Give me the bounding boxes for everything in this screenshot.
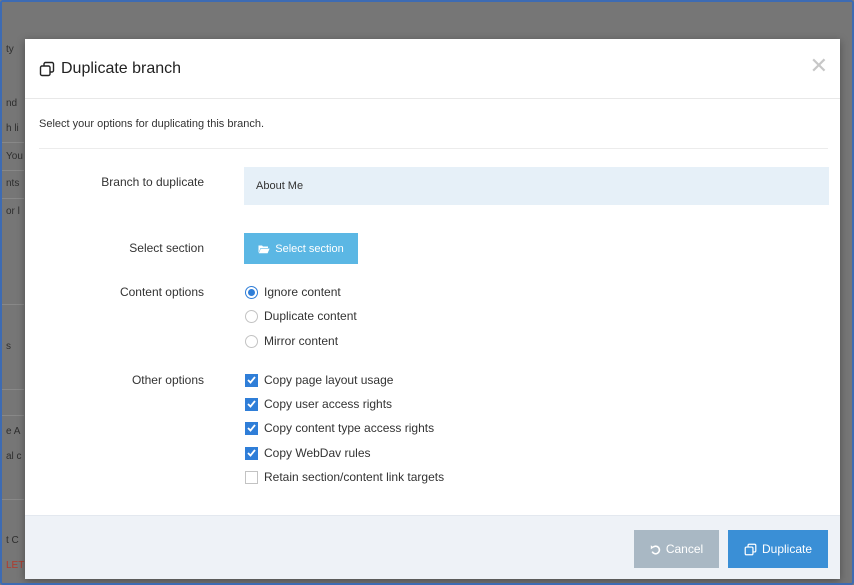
background-divider: [2, 198, 24, 199]
background-text: t C: [6, 535, 19, 546]
background-divider: [2, 389, 24, 390]
checkbox-checked[interactable]: [245, 397, 258, 411]
divider: [39, 148, 828, 149]
dialog-header: Duplicate branch: [25, 39, 840, 99]
checkmark-icon: [247, 424, 256, 432]
checkbox-checked[interactable]: [245, 421, 258, 435]
radio-label: Duplicate content: [264, 309, 357, 323]
radio-ignore-content[interactable]: Ignore content: [245, 285, 341, 299]
folder-open-icon: [258, 245, 270, 253]
background-divider: [2, 142, 24, 143]
radio-button-selected[interactable]: [245, 285, 258, 299]
cancel-button-label: Cancel: [665, 542, 704, 556]
background-divider: [2, 415, 24, 416]
checkbox-label: Copy page layout usage: [264, 373, 394, 387]
checkbox-copy-user-access-rights[interactable]: Copy user access rights: [245, 397, 392, 411]
dialog-footer: Cancel Duplicate: [25, 515, 840, 579]
background-divider: [2, 170, 24, 171]
other-options-label: Other options: [131, 373, 204, 387]
screen-frame: ty nd h li You nts or l s e A al c t C L…: [0, 0, 854, 585]
checkmark-icon: [247, 400, 256, 408]
checkmark-icon: [247, 449, 256, 457]
checkbox-copy-content-type-access-rights[interactable]: Copy content type access rights: [245, 421, 434, 435]
radio-duplicate-content[interactable]: Duplicate content: [245, 309, 357, 323]
radio-button[interactable]: [245, 309, 258, 323]
checkbox-label: Copy user access rights: [264, 397, 393, 411]
dialog-title: Duplicate branch: [61, 59, 182, 77]
checkbox-label: Copy WebDav rules: [264, 446, 371, 460]
checkbox-retain-link-targets[interactable]: Retain section/content link targets: [245, 470, 444, 484]
duplicate-button[interactable]: Duplicate: [728, 530, 828, 568]
background-text: or l: [6, 206, 20, 217]
duplicate-icon: [39, 61, 55, 76]
select-section-button-label: Select section: [275, 242, 344, 255]
checkbox-label: Copy content type access rights: [264, 421, 435, 435]
background-text: s: [6, 341, 11, 352]
checkbox-copy-page-layout-usage[interactable]: Copy page layout usage: [245, 373, 393, 387]
duplicate-branch-dialog: Duplicate branch ✕ Select your options f…: [25, 39, 840, 579]
checkbox-checked[interactable]: [245, 373, 258, 387]
checkbox-copy-webdav-rules[interactable]: Copy WebDav rules: [245, 446, 371, 460]
cancel-button[interactable]: Cancel: [634, 530, 719, 568]
background-text: e A: [6, 426, 21, 437]
background-divider: [2, 304, 24, 305]
background-text: nts: [6, 178, 20, 189]
background-text: h li: [6, 123, 19, 134]
close-icon[interactable]: ✕: [810, 55, 828, 77]
background-text: ty: [6, 44, 14, 55]
dialog-intro-text: Select your options for duplicating this…: [39, 118, 265, 130]
checkmark-icon: [247, 376, 256, 384]
radio-label: Mirror content: [264, 334, 339, 348]
background-text: LET: [6, 560, 25, 571]
duplicate-icon: [744, 543, 757, 555]
checkbox-unchecked[interactable]: [245, 470, 258, 484]
radio-mirror-content[interactable]: Mirror content: [245, 334, 338, 348]
branch-to-duplicate-label: Branch to duplicate: [101, 175, 204, 189]
checkbox-checked[interactable]: [245, 446, 258, 460]
content-options-label: Content options: [119, 285, 204, 299]
branch-to-duplicate-field[interactable]: About Me: [244, 167, 829, 205]
select-section-button[interactable]: Select section: [244, 233, 358, 264]
duplicate-button-label: Duplicate: [761, 542, 813, 556]
background-text: al c: [6, 451, 22, 462]
checkbox-label: Retain section/content link targets: [264, 470, 445, 484]
select-section-label: Select section: [129, 241, 204, 255]
undo-icon: [650, 544, 660, 555]
background-text: nd: [6, 98, 18, 109]
radio-label: Ignore content: [264, 285, 341, 299]
radio-button[interactable]: [245, 334, 258, 348]
background-text: You: [6, 151, 23, 162]
background-divider: [2, 499, 24, 500]
